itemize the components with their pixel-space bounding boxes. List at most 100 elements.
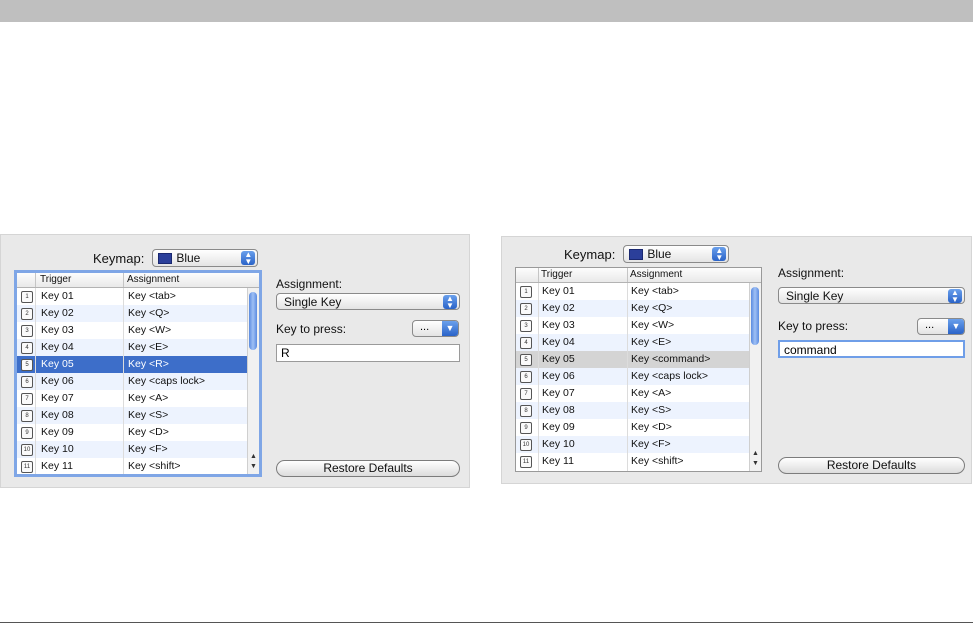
keymap-row: Keymap: Blue ▲ ▼	[564, 244, 730, 264]
assignment-select[interactable]: Single Key ▲ ▼	[778, 287, 965, 304]
stepper-arrows-icon: ▲ ▼	[241, 251, 256, 266]
scroll-down-icon[interactable]: ▼	[249, 463, 258, 470]
table-row[interactable]: 2 Key 02 Key <Q>	[17, 305, 247, 322]
assignment-label: Assignment:	[778, 266, 845, 280]
key-table[interactable]: Trigger Assignment 1 Key 01 Key <tab> 2 Key …	[515, 267, 762, 472]
assignment-select[interactable]: Single Key ▲ ▼	[276, 293, 460, 310]
table-row[interactable]: 10 Key 10 Key <F>	[516, 436, 749, 453]
vertical-scrollbar[interactable]: ▲ ▼	[247, 288, 259, 474]
column-divider	[538, 283, 539, 471]
table-row[interactable]: 6 Key 06 Key <caps lock>	[516, 368, 749, 385]
key-icon: 5	[21, 359, 33, 371]
key-value: command	[784, 343, 837, 357]
dots-label: ...	[420, 321, 430, 333]
table-header: Trigger Assignment	[516, 268, 761, 283]
dropdown-arrow-icon: ▼	[442, 321, 458, 336]
table-row[interactable]: 11 Key 11 Key <shift>	[516, 453, 749, 470]
header-separator	[123, 273, 124, 287]
keymap-select[interactable]: Blue ▲ ▼	[623, 245, 730, 263]
table-row[interactable]: 5 Key 05 Key <R>	[17, 356, 247, 373]
assignment-cell: Key <S>	[631, 404, 672, 416]
assignment-cell: Key <S>	[128, 409, 169, 421]
trigger-cell: Key 07	[41, 392, 74, 404]
dropdown-arrow-icon: ▼	[948, 319, 964, 334]
scroll-thumb[interactable]	[751, 287, 759, 345]
table-row[interactable]: 8 Key 08 Key <S>	[17, 407, 247, 424]
key-icon: 4	[21, 342, 33, 354]
key-icon: 3	[520, 320, 532, 332]
col-assignment-header[interactable]: Assignment	[630, 269, 682, 280]
stepper-arrows-icon: ▲ ▼	[948, 289, 962, 304]
scroll-down-icon[interactable]: ▼	[751, 460, 760, 467]
table-row[interactable]: 7 Key 07 Key <A>	[516, 385, 749, 402]
assignment-cell: Key <F>	[128, 443, 168, 455]
table-row[interactable]: 9 Key 09 Key <D>	[516, 419, 749, 436]
trigger-cell: Key 06	[542, 370, 575, 382]
table-row[interactable]: 8 Key 08 Key <S>	[516, 402, 749, 419]
table-row[interactable]: 10 Key 10 Key <F>	[17, 441, 247, 458]
stepper-arrows-icon: ▲ ▼	[443, 295, 457, 310]
key-icon: 11	[21, 461, 33, 473]
keymap-panel-left: Keymap: Blue ▲ ▼ Trigger Assignment 1 Key …	[0, 234, 470, 488]
dots-label: ...	[925, 319, 935, 331]
key-table[interactable]: Trigger Assignment 1 Key 01 Key <tab> 2 Key …	[14, 270, 262, 477]
assignment-cell: Key <Q>	[631, 302, 673, 314]
key-icon: 11	[520, 456, 532, 468]
stepper-arrows-icon: ▲ ▼	[712, 247, 727, 262]
assignment-cell: Key <D>	[128, 426, 169, 438]
key-picker-button[interactable]: ... ▼	[917, 318, 965, 335]
assignment-cell: Key <shift>	[631, 455, 684, 467]
table-header: Trigger Assignment	[17, 273, 259, 288]
table-row[interactable]: 2 Key 02 Key <Q>	[516, 300, 749, 317]
assignment-cell: Key <E>	[128, 341, 169, 353]
key-icon: 8	[21, 410, 33, 422]
table-row[interactable]: 7 Key 07 Key <A>	[17, 390, 247, 407]
col-assignment-header[interactable]: Assignment	[127, 274, 179, 285]
assignment-cell: Key <A>	[128, 392, 169, 404]
trigger-cell: Key 05	[41, 358, 74, 370]
header-separator	[627, 268, 628, 282]
column-divider	[35, 288, 36, 474]
trigger-cell: Key 02	[41, 307, 74, 319]
key-icon: 3	[21, 325, 33, 337]
table-row[interactable]: 4 Key 04 Key <E>	[516, 334, 749, 351]
table-row[interactable]: 3 Key 03 Key <W>	[516, 317, 749, 334]
restore-defaults-button[interactable]: Restore Defaults	[778, 457, 965, 474]
table-rows: 1 Key 01 Key <tab> 2 Key 02 Key <Q> 3 Key 03 Key…	[17, 288, 247, 474]
trigger-cell: Key 09	[542, 421, 575, 433]
scroll-up-icon[interactable]: ▲	[249, 453, 258, 460]
trigger-cell: Key 01	[41, 290, 74, 302]
table-row[interactable]: 1 Key 01 Key <tab>	[516, 283, 749, 300]
col-trigger-header[interactable]: Trigger	[40, 274, 71, 285]
assignment-value: Single Key	[786, 289, 844, 303]
key-icon: 5	[520, 354, 532, 366]
keymap-row: Keymap: Blue ▲ ▼	[93, 248, 259, 268]
table-row[interactable]: 3 Key 03 Key <W>	[17, 322, 247, 339]
col-trigger-header[interactable]: Trigger	[541, 269, 572, 280]
key-to-press-field[interactable]: R	[276, 344, 460, 362]
keymap-select[interactable]: Blue ▲ ▼	[152, 249, 259, 267]
header-separator	[538, 268, 539, 282]
assignment-cell: Key <tab>	[631, 285, 679, 297]
table-row[interactable]: 4 Key 04 Key <E>	[17, 339, 247, 356]
restore-defaults-button[interactable]: Restore Defaults	[276, 460, 460, 477]
table-row[interactable]: 6 Key 06 Key <caps lock>	[17, 373, 247, 390]
key-picker-button[interactable]: ... ▼	[412, 320, 459, 337]
assignment-cell: Key <F>	[631, 438, 671, 450]
keymap-label: Keymap:	[564, 246, 616, 262]
scroll-up-icon[interactable]: ▲	[751, 450, 760, 457]
key-to-press-field[interactable]: command	[778, 340, 965, 358]
key-value: R	[281, 346, 290, 360]
scroll-thumb[interactable]	[249, 292, 257, 350]
vertical-scrollbar[interactable]: ▲ ▼	[749, 283, 761, 471]
key-icon: 10	[520, 439, 532, 451]
keymap-value: Blue	[176, 251, 201, 265]
table-row[interactable]: 11 Key 11 Key <shift>	[17, 458, 247, 474]
assignment-cell: Key <caps lock>	[631, 370, 709, 382]
trigger-cell: Key 03	[41, 324, 74, 336]
table-row[interactable]: 9 Key 09 Key <D>	[17, 424, 247, 441]
color-swatch-icon	[158, 252, 173, 264]
trigger-cell: Key 06	[41, 375, 74, 387]
table-row[interactable]: 5 Key 05 Key <command>	[516, 351, 749, 368]
table-row[interactable]: 1 Key 01 Key <tab>	[17, 288, 247, 305]
